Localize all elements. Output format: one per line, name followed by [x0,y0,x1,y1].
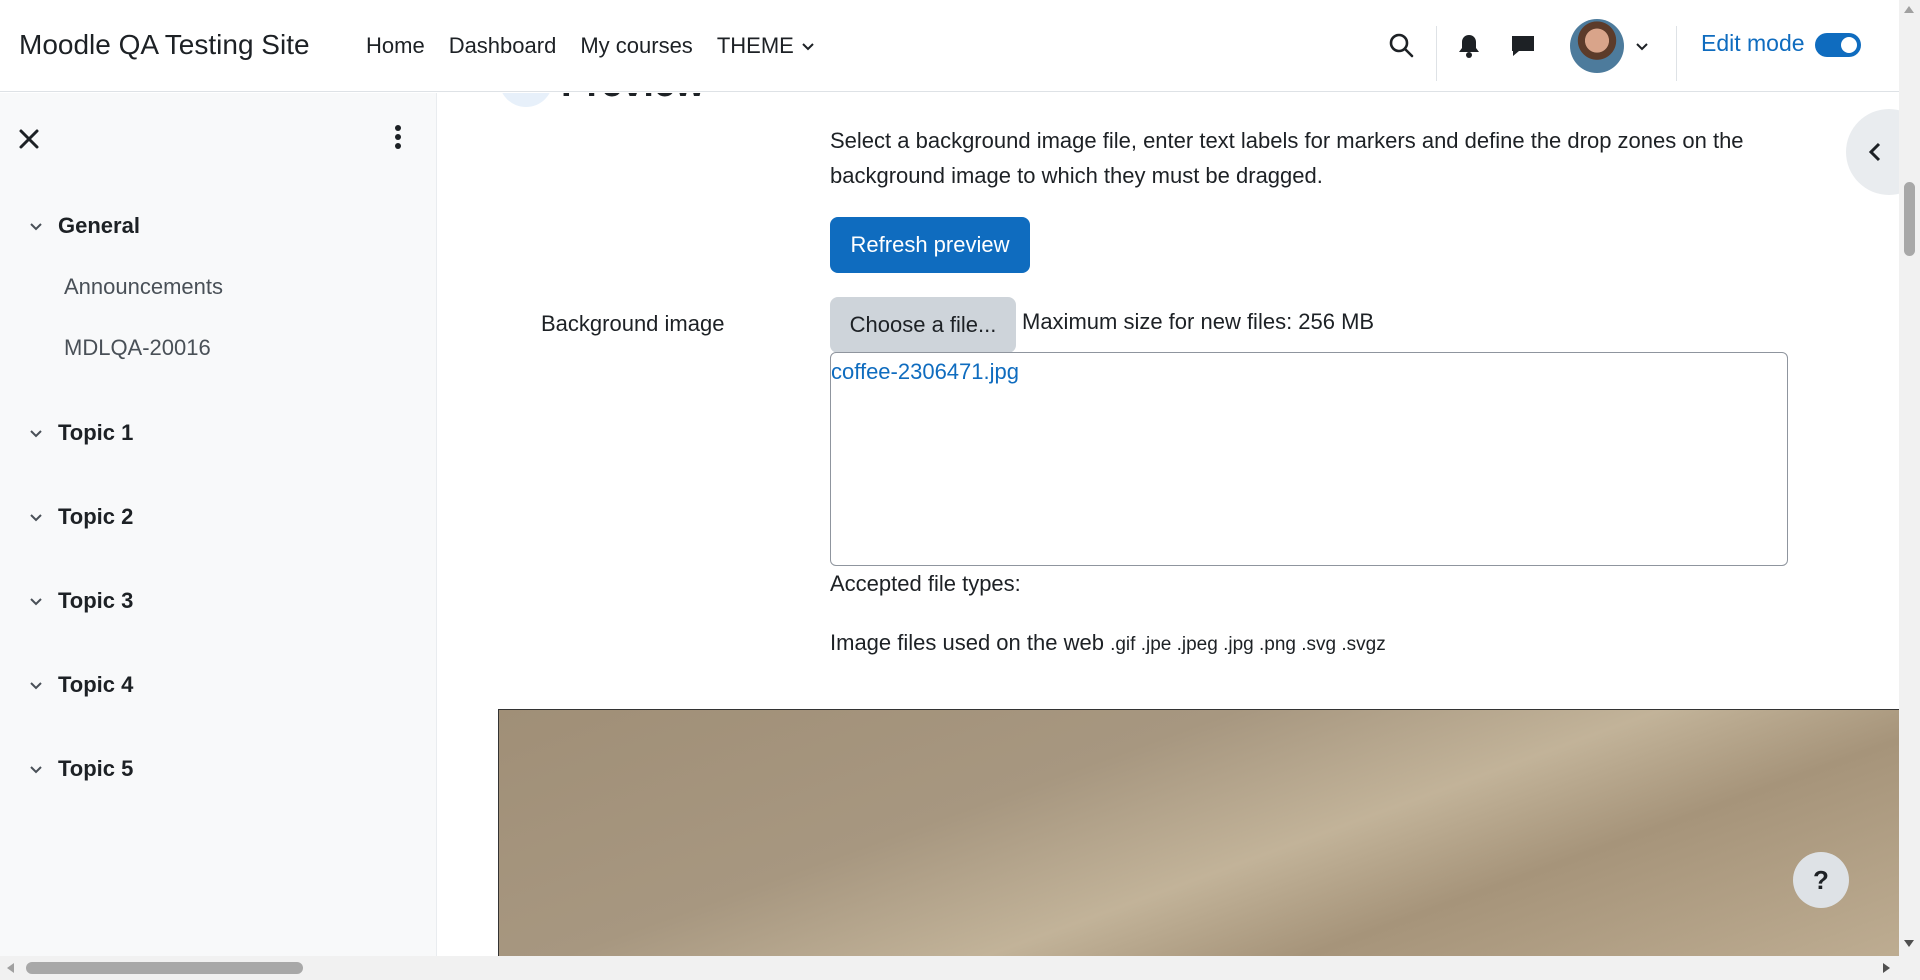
preview-description: Select a background image file, enter te… [830,128,1744,188]
horizontal-scroll-thumb[interactable] [26,962,303,974]
chat-icon [1512,36,1534,56]
messages-button[interactable] [1508,31,1538,61]
chevron-down-icon [30,598,42,606]
section-topic-3[interactable]: Topic 3 [28,588,133,614]
user-menu-toggle[interactable] [1632,36,1652,56]
scroll-left-icon[interactable] [7,963,14,973]
site-name[interactable]: Moodle QA Testing Site [19,29,310,61]
navbar-divider [1436,26,1437,81]
section-label: General [58,213,140,238]
help-button[interactable]: ? [1793,852,1849,908]
activity-announcements[interactable]: Announcements [64,274,223,300]
section-general[interactable]: General [28,213,140,239]
bell-icon [1459,35,1479,58]
user-avatar[interactable] [1570,19,1624,73]
max-size-text: Maximum size for new files: 256 MB [1022,309,1375,334]
close-icon [19,129,39,149]
chevron-down-icon [802,43,814,51]
accepted-types-label: Accepted file types: [830,571,1021,596]
course-index-drawer: General Announcements MDLQA-20016 Topic … [0,93,437,956]
chevron-down-icon [30,223,42,231]
filetypes-extensions: .gif .jpe .jpeg .jpg .png .svg .svgz [1110,634,1386,655]
more-options-button[interactable] [388,124,408,155]
kebab-menu-icon [395,125,401,149]
filetypes-label: Image files used on the web [830,630,1104,655]
scroll-up-icon[interactable] [1904,6,1914,13]
scroll-right-icon[interactable] [1883,963,1890,973]
section-topic-2[interactable]: Topic 2 [28,504,133,530]
section-label: Topic 2 [58,504,134,529]
refresh-preview-button[interactable]: Refresh preview [830,217,1030,273]
choose-file-button[interactable]: Choose a file... [830,297,1016,353]
edit-mode-label[interactable]: Edit mode [1701,30,1805,57]
section-topic-5[interactable]: Topic 5 [28,756,133,782]
background-image-preview[interactable] [498,709,1899,956]
nav-theme-menu[interactable]: THEME [705,33,828,59]
section-expand-icon[interactable] [499,93,553,107]
nav-dashboard[interactable]: Dashboard [437,33,569,59]
vertical-scroll-thumb[interactable] [1904,182,1915,256]
vertical-scrollbar[interactable] [1899,0,1920,956]
chevron-down-icon [30,766,42,774]
chevron-down-icon [30,682,42,690]
activity-mdlqa-20016[interactable]: MDLQA-20016 [64,335,211,361]
edit-mode-toggle[interactable] [1815,33,1861,57]
preview-heading: Preview [561,93,705,106]
search-button[interactable] [1386,30,1416,60]
chevron-down-icon [30,430,42,438]
chevron-down-icon [1636,43,1648,51]
scroll-down-icon[interactable] [1904,940,1914,947]
nav-theme-label: THEME [716,33,794,58]
chevron-left-icon [1868,142,1881,162]
horizontal-scrollbar[interactable] [0,956,1920,980]
chevron-down-icon [30,514,42,522]
top-navbar: Moodle QA Testing Site Home Dashboard My… [0,0,1899,92]
section-topic-4[interactable]: Topic 4 [28,672,133,698]
section-topic-1[interactable]: Topic 1 [28,420,133,446]
notifications-button[interactable] [1454,31,1484,61]
primary-navigation: Home Dashboard My courses THEME [366,33,828,59]
section-label: Topic 1 [58,420,134,445]
uploaded-file-link[interactable]: coffee-2306471.jpg [831,359,1019,385]
search-icon [1389,33,1414,58]
section-label: Topic 3 [58,588,134,613]
nav-my-courses[interactable]: My courses [568,33,704,59]
background-image-label: Background image [541,311,725,336]
main-content: Preview Select a background image file, … [437,93,1899,956]
section-label: Topic 4 [58,672,134,697]
section-label: Topic 5 [58,756,134,781]
close-drawer-button[interactable] [18,126,40,157]
navbar-divider [1676,26,1677,81]
file-drop-area[interactable]: coffee-2306471.jpg [830,352,1788,566]
accepted-types-list: Image files used on the web .gif .jpe .j… [830,630,1386,656]
nav-home[interactable]: Home [366,33,437,59]
